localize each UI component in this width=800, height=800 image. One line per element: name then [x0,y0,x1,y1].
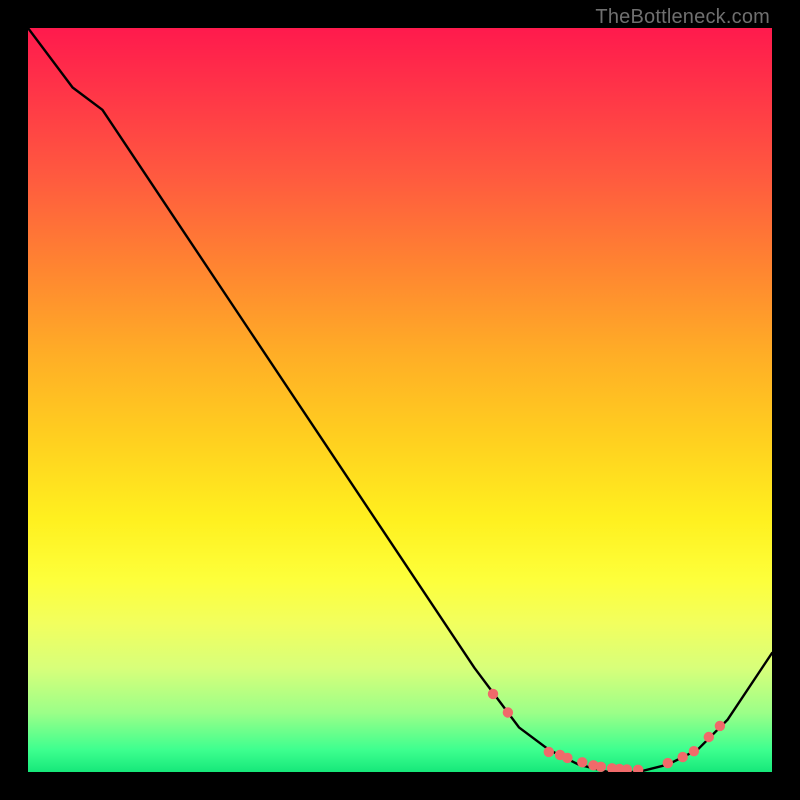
marker-dot [503,707,513,717]
marker-dot [622,764,632,772]
marker-dot [633,765,643,772]
attribution-text: TheBottleneck.com [595,6,770,29]
chart-svg [28,28,772,772]
marker-dot [562,753,572,763]
marker-dot [544,747,554,757]
marker-dot [715,721,725,731]
marker-dot [663,758,673,768]
marker-dot [596,762,606,772]
marker-dot [488,689,498,699]
bottleneck-curve [28,28,772,772]
plot-area [28,28,772,772]
marker-dot [577,757,587,767]
chart-frame: TheBottleneck.com [0,0,800,800]
marker-dot [678,752,688,762]
marker-dot [704,732,714,742]
marker-dot [689,746,699,756]
